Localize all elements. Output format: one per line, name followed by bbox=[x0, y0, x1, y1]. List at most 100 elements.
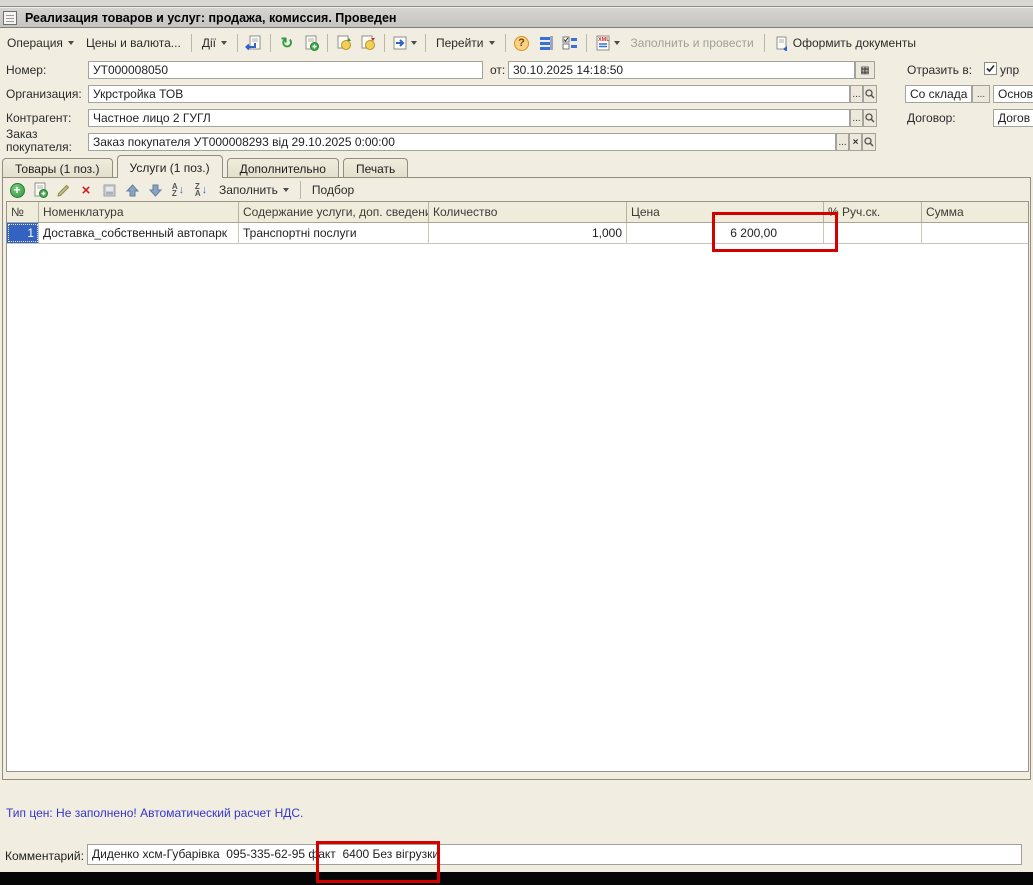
sort-desc-icon[interactable]: Z A ↓ bbox=[191, 180, 211, 200]
warehouse-mode-input[interactable]: Со склада bbox=[905, 85, 972, 103]
contractor-label: Контрагент: bbox=[6, 111, 72, 125]
money-out-icon[interactable] bbox=[357, 32, 379, 54]
customer-order-label: Заказ покупателя: bbox=[6, 128, 72, 154]
contractor-open-button[interactable] bbox=[863, 109, 877, 127]
sum-cell[interactable] bbox=[922, 223, 1028, 243]
date-input[interactable]: 30.10.2025 14:18:50 bbox=[508, 61, 855, 79]
comment-highlight-box bbox=[316, 841, 440, 883]
discount-cell[interactable] bbox=[824, 223, 922, 243]
chevron-down-icon bbox=[614, 41, 621, 45]
contractor-select-button[interactable]: ... bbox=[850, 109, 863, 127]
post-document-icon[interactable] bbox=[243, 32, 265, 54]
nomenclature-cell[interactable]: Доставка_собственный автопарк bbox=[39, 223, 239, 243]
col-header-service: Содержание услуги, доп. сведения bbox=[239, 202, 429, 222]
reflect-upr-label: упр bbox=[1000, 63, 1020, 77]
goto-label: Перейти bbox=[435, 36, 484, 50]
magnifier-icon bbox=[865, 89, 875, 99]
row-number-cell[interactable]: 1 bbox=[7, 223, 39, 243]
help-icon[interactable]: ? bbox=[511, 32, 533, 54]
prices-currency-button[interactable]: Цены и валюта... bbox=[81, 33, 186, 53]
table-row[interactable]: 1 Доставка_собственный автопарк Транспор… bbox=[7, 223, 1028, 244]
reflect-upr-checkbox[interactable] bbox=[984, 62, 997, 75]
delete-icon[interactable]: × bbox=[76, 180, 96, 200]
magnifier-icon bbox=[865, 113, 875, 123]
number-label: Номер: bbox=[6, 63, 47, 77]
reflect-in-label: Отразить в: bbox=[907, 63, 973, 77]
col-header-discount: % Руч.ск. bbox=[824, 202, 922, 222]
services-table: № Номенклатура Содержание услуги, доп. с… bbox=[6, 201, 1029, 772]
col-header-qty: Количество bbox=[429, 202, 627, 222]
toolbar-separator bbox=[763, 34, 765, 52]
organization-open-button[interactable] bbox=[863, 85, 877, 103]
calendar-button[interactable]: ▦ bbox=[855, 61, 875, 79]
tab-additional[interactable]: Дополнительно bbox=[226, 158, 339, 178]
toolbar-separator bbox=[504, 34, 506, 52]
sort-asc-icon[interactable]: A Z ↓ bbox=[168, 180, 188, 200]
services-tab-panel: + × A Z ↓ Z A ↓ Заполнить Подбор № Номен… bbox=[2, 177, 1031, 780]
toolbar-separator bbox=[190, 34, 192, 52]
new-copy-icon[interactable] bbox=[300, 32, 322, 54]
organization-select-button[interactable]: ... bbox=[850, 85, 863, 103]
list-settings-icon[interactable] bbox=[535, 32, 557, 54]
xml-exchange-icon[interactable]: XML bbox=[592, 32, 624, 54]
refresh-icon[interactable]: ↻ bbox=[276, 32, 298, 54]
document-window-icon bbox=[3, 10, 17, 25]
col-header-nomenclature: Номенклатура bbox=[39, 202, 239, 222]
move-up-icon[interactable] bbox=[122, 180, 142, 200]
move-down-icon[interactable] bbox=[145, 180, 165, 200]
actions-button[interactable]: Дії bbox=[197, 33, 232, 53]
contract-input[interactable]: Догов bbox=[993, 109, 1033, 127]
money-in-icon[interactable] bbox=[333, 32, 355, 54]
fill-and-post-label: Заполнить и провести bbox=[630, 36, 754, 50]
copy-icon[interactable] bbox=[30, 180, 50, 200]
tab-print[interactable]: Печать bbox=[342, 158, 409, 178]
table-header-row: № Номенклатура Содержание услуги, доп. с… bbox=[7, 202, 1028, 223]
add-icon[interactable]: + bbox=[7, 180, 27, 200]
toolbar-separator bbox=[585, 34, 587, 52]
number-input[interactable]: УТ000008050 bbox=[88, 61, 483, 79]
actions-label: Дії bbox=[201, 36, 216, 50]
pick-button[interactable]: Подбор bbox=[307, 180, 359, 200]
customer-order-label-line1: Заказ bbox=[6, 127, 38, 141]
magnifier-icon bbox=[864, 137, 874, 147]
make-documents-icon bbox=[775, 36, 790, 51]
organization-input[interactable]: Укрстройка ТОВ bbox=[88, 85, 850, 103]
export-document-icon[interactable] bbox=[390, 32, 420, 54]
customer-order-input[interactable]: Заказ покупателя УТ000008293 від 29.10.2… bbox=[88, 133, 836, 151]
svg-text:XML: XML bbox=[598, 37, 610, 43]
warehouse-input[interactable]: Основ bbox=[993, 85, 1033, 103]
tab-goods[interactable]: Товары (1 поз.) bbox=[2, 158, 113, 178]
price-type-notice: Тип цен: Не заполнено! Автоматический ра… bbox=[6, 806, 304, 820]
service-cell[interactable]: Транспортні послуги bbox=[239, 223, 429, 243]
order-clear-button[interactable]: × bbox=[849, 133, 862, 151]
chevron-down-icon bbox=[411, 41, 418, 45]
chevron-down-icon bbox=[220, 41, 227, 45]
operation-button[interactable]: Операция bbox=[2, 33, 79, 53]
fill-and-post-button[interactable]: Заполнить и провести bbox=[626, 33, 759, 53]
finish-edit-icon[interactable] bbox=[99, 180, 119, 200]
table-command-bar: + × A Z ↓ Z A ↓ Заполнить Подбор bbox=[5, 179, 359, 201]
organization-label: Организация: bbox=[6, 87, 82, 101]
order-open-button[interactable] bbox=[862, 133, 876, 151]
prices-currency-label: Цены и валюта... bbox=[85, 36, 181, 50]
pick-label: Подбор bbox=[311, 183, 355, 197]
make-documents-button[interactable]: Оформить документы bbox=[770, 33, 921, 54]
qty-cell[interactable]: 1,000 bbox=[429, 223, 627, 243]
fill-button[interactable]: Заполнить bbox=[214, 180, 294, 200]
tab-services[interactable]: Услуги (1 поз.) bbox=[116, 155, 223, 178]
contractor-input[interactable]: Частное лицо 2 ГУГЛ bbox=[88, 109, 850, 127]
warehouse-mode-select-button[interactable]: ... bbox=[972, 85, 990, 103]
chevron-down-icon bbox=[488, 41, 495, 45]
toolbar-separator bbox=[236, 34, 238, 52]
taskbar-strip bbox=[0, 872, 1033, 885]
goto-button[interactable]: Перейти bbox=[431, 33, 500, 53]
chevron-down-icon bbox=[282, 188, 289, 192]
order-select-button[interactable]: ... bbox=[836, 133, 849, 151]
operation-label: Операция bbox=[7, 36, 63, 50]
toolbar-separator bbox=[299, 181, 301, 199]
edit-icon[interactable] bbox=[53, 180, 73, 200]
comment-input[interactable]: Диденко хсм-Губарівка 095-335-62-95 факт… bbox=[87, 844, 1022, 865]
customer-order-label-line2: покупателя: bbox=[6, 140, 72, 154]
list-columns-icon[interactable] bbox=[559, 32, 581, 54]
tab-strip: Товары (1 поз.) Услуги (1 поз.) Дополнит… bbox=[2, 155, 412, 178]
